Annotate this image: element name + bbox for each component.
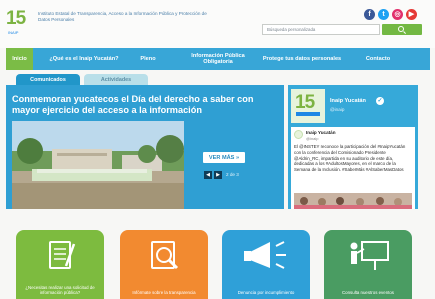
news-carousel: Conmemoran yucatecos el Día del derecho …: [6, 85, 284, 209]
tab-communicados[interactable]: Comunicados: [16, 74, 80, 85]
carousel-prev-button[interactable]: ◀: [204, 171, 212, 179]
instagram-icon[interactable]: ◎: [392, 9, 403, 20]
nav-personal-data[interactable]: Protege tus datos personales: [262, 48, 342, 70]
tile-label: Infórmate sobre la transparencia: [132, 289, 196, 295]
nav-pleno[interactable]: Pleno: [134, 48, 162, 70]
tile-complaint[interactable]: Denuncia por incumplimiento: [222, 230, 310, 299]
nav-public-info[interactable]: Información Pública Obligatoria: [182, 48, 254, 70]
twitter-account-name[interactable]: Inaip Yucatán: [330, 98, 366, 104]
search-button[interactable]: [382, 24, 422, 35]
magnifier-document-icon: [151, 241, 179, 270]
read-more-button[interactable]: VER MÁS »: [203, 152, 245, 163]
tweet-card[interactable]: Inaip Yucatán @inaip El @INSTEY reconoce…: [291, 127, 415, 209]
tweet-photo-image: [294, 193, 412, 209]
twitter-feed: 15 Inaip Yucatán ✓ @inaip Inaip Yucatán …: [288, 85, 418, 209]
search-input[interactable]: Búsqueda personalizada: [262, 24, 380, 35]
search-icon: [398, 26, 404, 32]
main-nav: Inicio ¿Qué es el Inaip Yucatán? Pleno I…: [6, 48, 430, 70]
presentation-icon: [350, 241, 389, 270]
twitter-handle[interactable]: @inaip: [330, 107, 344, 112]
tile-label: Consulta nuestros eventos: [342, 289, 394, 295]
megaphone-icon: [244, 241, 286, 269]
nav-contact[interactable]: Contacto: [350, 48, 406, 70]
tile-label: ¿Necesitas realizar una solicitud de inf…: [25, 284, 95, 295]
logo-number: 15: [6, 8, 26, 29]
tile-request-info[interactable]: ¿Necesitas realizar una solicitud de inf…: [16, 230, 104, 299]
institute-name: Instituto Estatal de Transparencia, Acce…: [38, 11, 207, 22]
news-title[interactable]: Conmemoran yucatecos el Día del derecho …: [12, 94, 276, 116]
carousel-next-button[interactable]: ▶: [214, 171, 222, 179]
twitter-avatar[interactable]: 15: [291, 89, 325, 123]
tile-events[interactable]: Consulta nuestros eventos: [324, 230, 412, 299]
news-photo-image: [12, 121, 184, 209]
tweet-photo[interactable]: [294, 193, 412, 209]
tweet-author: Inaip Yucatán: [306, 130, 336, 135]
tile-label: Denuncia por incumplimiento: [237, 289, 295, 295]
news-photo[interactable]: [12, 121, 184, 209]
nav-about[interactable]: ¿Qué es el Inaip Yucatán?: [36, 48, 132, 70]
document-icon: [49, 241, 76, 269]
twitter-icon[interactable]: t: [378, 9, 389, 20]
facebook-icon[interactable]: f: [364, 9, 375, 20]
twitter-avatar-band: [296, 112, 320, 116]
page: 15 INAIP Instituto Estatal de Transparen…: [0, 0, 435, 299]
carousel-pager: 2 de 3: [226, 172, 239, 177]
tab-activities[interactable]: Actividades: [84, 74, 148, 85]
tile-transparency[interactable]: Infórmate sobre la transparencia: [120, 230, 208, 299]
tweet-avatar: [294, 130, 303, 139]
twitter-header: 15 Inaip Yucatán ✓ @inaip: [288, 85, 418, 127]
logo[interactable]: 15 INAIP: [6, 8, 34, 40]
header: 15 INAIP Instituto Estatal de Transparen…: [0, 0, 435, 48]
tweet-handle: @inaip: [306, 136, 319, 141]
nav-home[interactable]: Inicio: [6, 48, 33, 70]
verified-icon: ✓: [376, 97, 384, 105]
youtube-icon[interactable]: ▶: [406, 9, 417, 20]
tweet-text: El @INSTEY reconoce la participación del…: [294, 144, 406, 173]
logo-caption: INAIP: [8, 30, 19, 35]
twitter-avatar-number: 15: [295, 92, 315, 113]
